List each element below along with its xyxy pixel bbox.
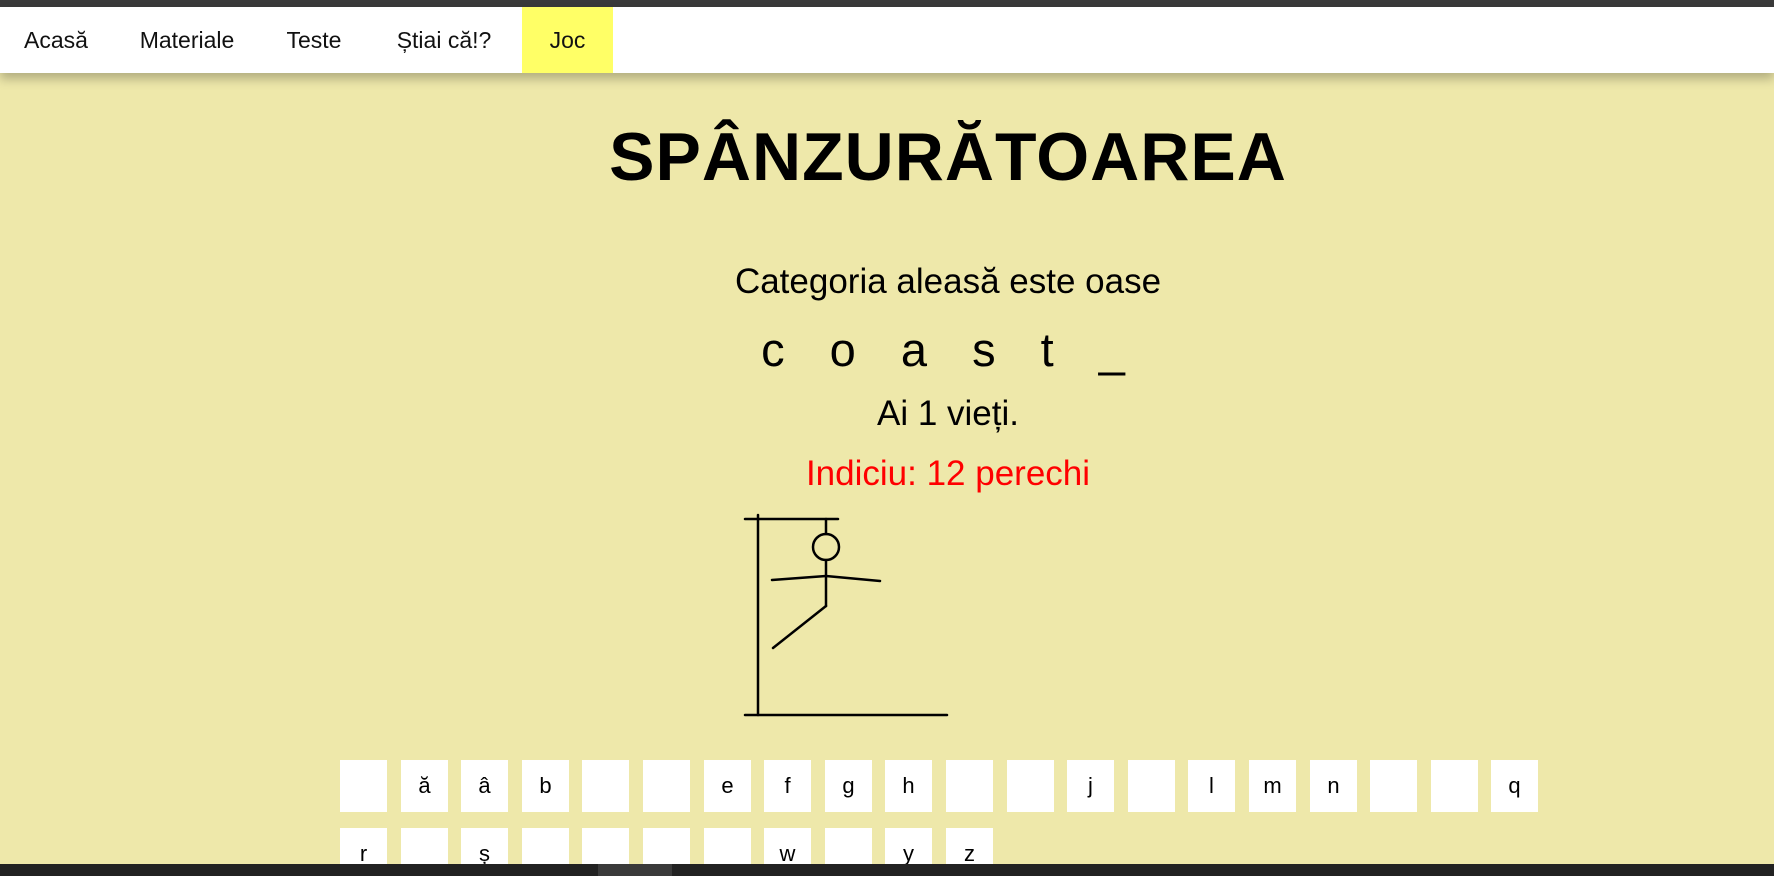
hangman-head — [811, 532, 841, 562]
letter-key[interactable] — [1007, 760, 1054, 812]
letter-key[interactable] — [946, 760, 993, 812]
letter-key[interactable]: e — [704, 760, 751, 812]
hangman-left-arm — [770, 574, 828, 582]
letter-key[interactable] — [1128, 760, 1175, 812]
letter-key[interactable] — [340, 760, 387, 812]
category-text: Categoria aleasă este oase — [734, 262, 1162, 301]
letter-key[interactable] — [1370, 760, 1417, 812]
game-title: SPÂNZURĂTOAREA — [609, 119, 1287, 195]
letter-key[interactable] — [643, 760, 690, 812]
nav-item-materiale[interactable]: Materiale — [112, 7, 262, 73]
word-letter: t — [1040, 323, 1064, 376]
word-letter: _ — [1098, 323, 1135, 376]
word-letter: s — [972, 323, 1006, 376]
letter-key[interactable]: j — [1067, 760, 1114, 812]
word-display: c o a s t _ — [0, 322, 1774, 377]
letter-key[interactable]: â — [461, 760, 508, 812]
word-letter: a — [900, 323, 937, 376]
letter-key[interactable]: h — [885, 760, 932, 812]
nav-item-teste[interactable]: Teste — [262, 7, 366, 73]
nav-item-stiai-ca[interactable]: Știai că!? — [366, 7, 522, 73]
letter-key[interactable]: m — [1249, 760, 1296, 812]
hangman-drawing — [743, 513, 949, 717]
word-letter: o — [829, 323, 866, 376]
letter-key[interactable]: l — [1188, 760, 1235, 812]
bottom-scrollbar-track[interactable] — [0, 864, 1774, 876]
letter-key[interactable]: f — [764, 760, 811, 812]
letter-key[interactable]: ă — [401, 760, 448, 812]
nav-item-joc[interactable]: Joc — [522, 7, 613, 73]
hangman-left-leg — [771, 604, 828, 650]
hangman-right-arm — [824, 574, 882, 583]
letter-key[interactable] — [1431, 760, 1478, 812]
window-top-edge — [0, 0, 1774, 7]
hint-text: Indiciu: 12 perechi — [805, 454, 1091, 493]
letter-key[interactable] — [582, 760, 629, 812]
word-letter: c — [761, 323, 795, 376]
main-navbar: Acasă Materiale Teste Știai că!? Joc — [0, 7, 1774, 73]
letter-key[interactable]: n — [1310, 760, 1357, 812]
letter-key[interactable]: g — [825, 760, 872, 812]
letter-key[interactable]: b — [522, 760, 569, 812]
nav-item-acasa[interactable]: Acasă — [0, 7, 112, 73]
lives-text: Ai 1 vieți. — [877, 394, 1019, 433]
letter-key[interactable]: q — [1491, 760, 1538, 812]
bottom-scrollbar-thumb[interactable] — [598, 864, 672, 876]
